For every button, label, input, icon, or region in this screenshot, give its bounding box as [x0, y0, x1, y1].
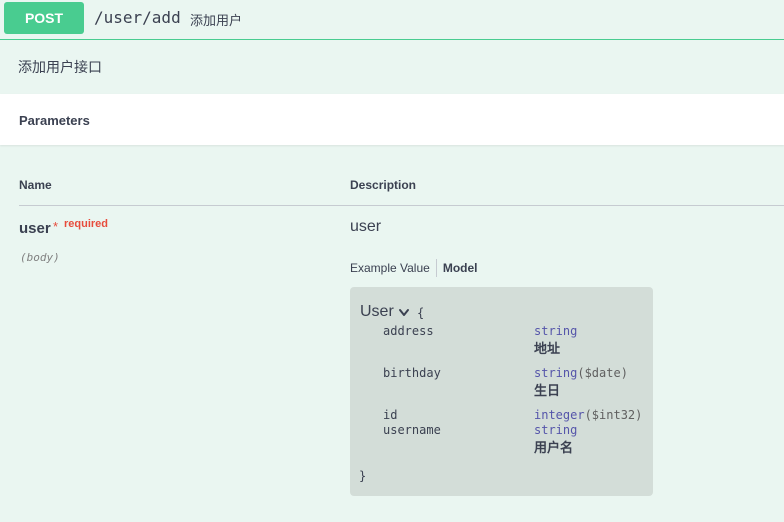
model-open-brace: { — [417, 306, 425, 320]
tab-model[interactable]: Model — [443, 261, 478, 275]
model-close-brace: } — [359, 469, 367, 483]
tab-example-value[interactable]: Example Value — [350, 261, 436, 275]
property-name-birthday: birthday — [383, 366, 441, 380]
property-type-id: integer($int32) — [534, 408, 643, 422]
property-type-birthday: string($date) — [534, 366, 628, 380]
model-title[interactable]: User — [360, 303, 394, 321]
operation-description: 添加用户接口 — [18, 59, 102, 75]
operation-summary-text: 添加用户 — [190, 13, 243, 28]
parameters-title: Parameters — [19, 113, 90, 128]
model-tabs: Example Value Model — [350, 258, 478, 278]
property-name-username: username — [383, 423, 441, 437]
method-badge: POST — [4, 2, 84, 34]
property-name-address: address — [383, 324, 434, 338]
required-label: required — [64, 218, 109, 230]
tab-divider — [435, 259, 437, 277]
column-header-name: Name — [19, 178, 52, 192]
property-description-birthday: 生日 — [534, 384, 561, 399]
property-type-username: string — [534, 423, 578, 437]
required-star: * — [53, 219, 59, 234]
parameters-header: Parameters — [0, 94, 784, 145]
operation-summary[interactable]: POST /user/add 添加用户 — [0, 0, 784, 40]
model-box: User { address string 地址 birthday string… — [350, 287, 653, 496]
chevron-down-icon[interactable] — [397, 307, 411, 319]
property-description-username: 用户名 — [534, 441, 574, 456]
header-divider — [19, 205, 784, 206]
property-description-address: 地址 — [534, 342, 561, 357]
operation-path: /user/add — [94, 8, 181, 27]
parameter-location: (body) — [20, 251, 60, 264]
column-header-description: Description — [350, 178, 417, 192]
property-type-address: string — [534, 324, 578, 338]
property-name-id: id — [383, 408, 398, 422]
parameter-name: user — [19, 220, 51, 237]
parameter-description: user — [350, 218, 382, 235]
